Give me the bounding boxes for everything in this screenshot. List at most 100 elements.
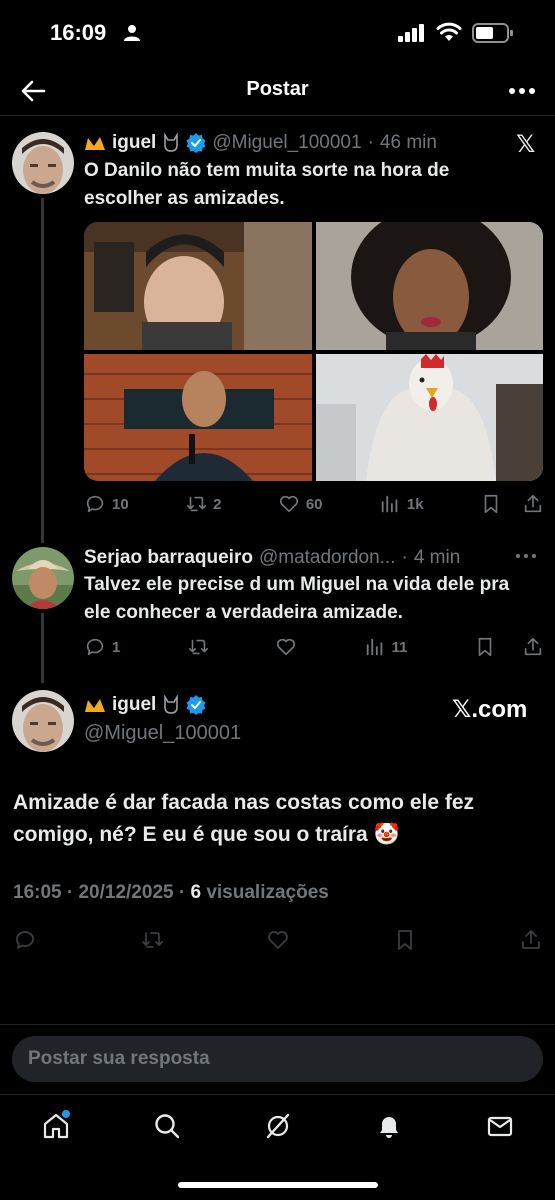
bottom-navigation [0, 1094, 555, 1156]
separator-dot: · [401, 547, 408, 568]
top-bar: Postar [0, 66, 555, 116]
display-name[interactable]: iguel [112, 694, 156, 716]
avatar[interactable] [12, 132, 74, 194]
reply-icon[interactable] [13, 928, 37, 952]
crown-emoji-icon [85, 699, 105, 712]
views-label: visualizações [201, 882, 329, 903]
thread-connector [41, 613, 44, 683]
display-name[interactable]: Serjao barraqueiro [84, 547, 253, 569]
share-icon[interactable] [522, 636, 544, 658]
avatar-image [12, 547, 74, 609]
person-icon [124, 25, 140, 41]
avatar-image [12, 132, 74, 194]
divider [0, 1024, 555, 1025]
like-button[interactable] [275, 636, 297, 658]
views-count: 1k [406, 495, 424, 513]
views-button[interactable]: 1k [379, 493, 424, 515]
grok-icon [266, 1113, 289, 1138]
status-bar: 16:09 [0, 0, 555, 66]
crown-emoji-icon [85, 137, 105, 150]
repost-icon [188, 639, 208, 655]
bookmark-icon[interactable] [474, 636, 496, 658]
cat-emoji-icon [164, 133, 179, 152]
avatar[interactable] [12, 690, 74, 752]
photo-man-headset [84, 222, 312, 350]
reply-input[interactable]: Postar sua resposta [12, 1036, 543, 1082]
repost-button[interactable] [187, 636, 209, 658]
tweet-actions: 10 2 60 1k [84, 489, 544, 519]
media-photo-4[interactable] [315, 353, 543, 481]
verified-badge-icon [186, 133, 206, 153]
heart-icon[interactable] [266, 928, 290, 952]
display-name[interactable]: iguel [112, 132, 156, 154]
reply-placeholder: Postar sua resposta [28, 1048, 210, 1069]
reply-icon [86, 638, 104, 656]
verified-badge-icon [186, 695, 206, 715]
share-icon[interactable] [519, 928, 543, 952]
bookmark-icon[interactable] [480, 493, 502, 515]
nav-notifications[interactable] [369, 1106, 409, 1146]
repost-icon[interactable] [140, 928, 164, 952]
home-indicator [178, 1182, 378, 1188]
bookmark-icon[interactable] [393, 928, 417, 952]
avatar-image [12, 690, 74, 752]
media-photo-1[interactable] [84, 222, 312, 350]
page-title: Postar [246, 78, 309, 100]
views-button[interactable]: 11 [364, 636, 408, 658]
bell-icon [379, 1116, 398, 1138]
photo-woman-curly-hair [315, 222, 543, 350]
nav-home[interactable] [36, 1106, 76, 1146]
reply-count: 1 [112, 638, 121, 656]
repost-button[interactable]: 2 [185, 493, 221, 515]
reply-icon [86, 495, 104, 513]
repost-icon [187, 496, 207, 512]
post-metadata: 16:05 · 20/12/2025 · 6 visualizações [13, 882, 329, 904]
tweet-header: iguel @Miguel_100001 · 46 min [84, 128, 504, 158]
tweet-header: Serjao barraqueiro @matadordon... · 4 mi… [84, 544, 544, 572]
like-count: 60 [305, 495, 323, 513]
x-logo-icon: 𝕏 [516, 130, 536, 158]
cellular-signal-icon [398, 24, 424, 42]
photo-chicken-mask [315, 353, 543, 481]
tweet-text: O Danilo não tem muita sorte na hora de … [84, 160, 450, 209]
search-icon [154, 1113, 179, 1138]
post-timestamp[interactable]: 16:05 · 20/12/2025 · [13, 882, 190, 903]
status-time: 16:09 [50, 20, 107, 45]
author-name-row: iguel [84, 694, 206, 716]
views-count: 11 [391, 638, 408, 656]
notification-dot [61, 1109, 70, 1118]
more-options-button[interactable] [505, 74, 539, 108]
heart-icon [277, 638, 296, 656]
main-tweet-actions [13, 924, 543, 956]
photo-comedian-mic [84, 353, 312, 481]
nav-search[interactable] [147, 1106, 187, 1146]
cat-emoji-icon [164, 695, 179, 714]
tweet-actions: 1 11 [84, 632, 544, 662]
post-time[interactable]: 4 min [414, 547, 460, 569]
reply-count: 10 [112, 495, 129, 513]
media-photo-3[interactable] [84, 353, 312, 481]
user-handle[interactable]: @Miguel_100001 [84, 722, 241, 745]
reply-button[interactable]: 10 [84, 493, 129, 515]
nav-messages[interactable] [480, 1106, 520, 1146]
nav-grok[interactable] [258, 1106, 298, 1146]
envelope-icon [487, 1116, 512, 1136]
reply-button[interactable]: 1 [84, 636, 120, 658]
watermark-xcom: 𝕏.com [452, 696, 528, 723]
share-icon[interactable] [522, 493, 544, 515]
heart-icon [279, 495, 298, 513]
media-grid[interactable] [84, 222, 543, 481]
like-button[interactable]: 60 [278, 493, 323, 515]
post-time[interactable]: 46 min [380, 132, 437, 154]
analytics-icon [381, 495, 398, 513]
analytics-icon [366, 638, 382, 656]
tweet-text: Talvez ele precise d um Miguel na vida d… [84, 574, 510, 623]
repost-count: 2 [213, 495, 222, 513]
more-horizontal-icon[interactable] [515, 553, 537, 559]
avatar[interactable] [12, 547, 74, 609]
more-horizontal-icon [509, 88, 535, 94]
user-handle[interactable]: @matadordon... [259, 547, 396, 569]
battery-icon [472, 23, 513, 43]
media-photo-2[interactable] [315, 222, 543, 350]
user-handle[interactable]: @Miguel_100001 [212, 132, 361, 154]
